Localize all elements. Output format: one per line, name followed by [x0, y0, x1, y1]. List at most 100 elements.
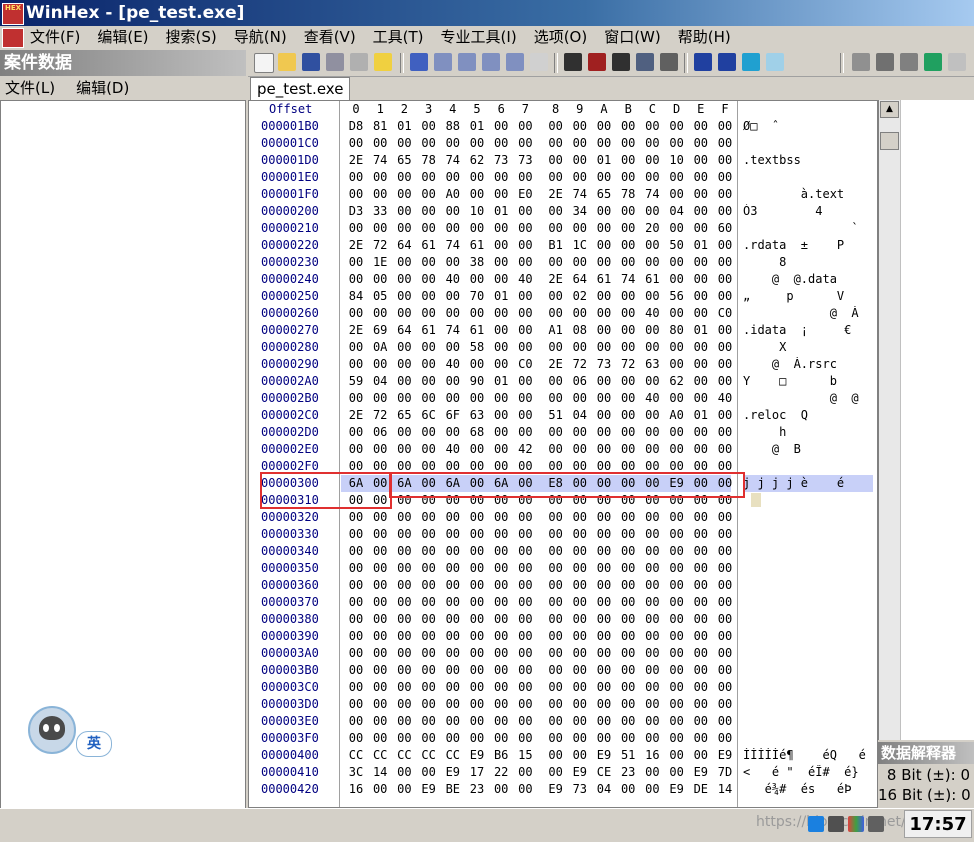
- hex-byte[interactable]: 00: [714, 204, 736, 218]
- hex-byte[interactable]: B6: [490, 748, 512, 762]
- hex-byte[interactable]: 00: [545, 391, 567, 405]
- hex-byte[interactable]: 22: [490, 765, 512, 779]
- hex-byte[interactable]: 65: [593, 187, 615, 201]
- copy-icon[interactable]: [434, 53, 452, 71]
- hex-byte[interactable]: 00: [714, 663, 736, 677]
- hex-byte[interactable]: 00: [690, 255, 712, 269]
- hex-byte[interactable]: 00: [641, 765, 663, 779]
- hex-byte[interactable]: 00: [593, 238, 615, 252]
- row-offset[interactable]: 00000380: [261, 612, 319, 626]
- hex-byte[interactable]: CC: [393, 748, 415, 762]
- hex-byte[interactable]: 00: [666, 748, 688, 762]
- find-hex-icon[interactable]: [612, 53, 630, 71]
- hex-byte[interactable]: 01: [490, 204, 512, 218]
- hex-byte[interactable]: 00: [690, 714, 712, 728]
- hex-byte[interactable]: 05: [369, 289, 391, 303]
- hex-byte[interactable]: 00: [569, 153, 591, 167]
- ime-language-badge[interactable]: 英: [76, 731, 112, 757]
- hex-byte[interactable]: 00: [690, 612, 712, 626]
- hex-byte[interactable]: 00: [569, 612, 591, 626]
- hex-byte[interactable]: 80: [666, 323, 688, 337]
- hex-byte[interactable]: 00: [466, 170, 488, 184]
- hex-byte[interactable]: 0A: [369, 340, 391, 354]
- hex-byte[interactable]: 00: [617, 731, 639, 745]
- row-offset[interactable]: 00000210: [261, 221, 319, 235]
- hex-byte[interactable]: 20: [641, 221, 663, 235]
- colors-tray-icon[interactable]: [848, 816, 864, 832]
- hex-row[interactable]: 000002B0 00 00 00 00 00 00 00 00 00 00 00 00 40 00 00 40…: [249, 390, 877, 407]
- hex-byte[interactable]: 73: [514, 153, 536, 167]
- hex-byte[interactable]: 04: [593, 782, 615, 796]
- hex-byte[interactable]: 00: [666, 306, 688, 320]
- hex-byte[interactable]: 74: [641, 187, 663, 201]
- hex-byte[interactable]: 00: [569, 680, 591, 694]
- hex-byte[interactable]: 00: [514, 765, 536, 779]
- hex-byte[interactable]: 40: [442, 272, 464, 286]
- hex-byte[interactable]: C0: [714, 306, 736, 320]
- hex-byte[interactable]: 00: [466, 527, 488, 541]
- hex-byte[interactable]: 00: [545, 289, 567, 303]
- hex-byte[interactable]: 00: [641, 646, 663, 660]
- hex-byte[interactable]: 73: [593, 357, 615, 371]
- hex-byte[interactable]: 00: [466, 680, 488, 694]
- hex-byte[interactable]: 00: [666, 680, 688, 694]
- hex-byte[interactable]: 00: [617, 170, 639, 184]
- hex-byte[interactable]: 00: [593, 731, 615, 745]
- hex-byte[interactable]: 00: [418, 510, 440, 524]
- hex-byte[interactable]: 00: [418, 306, 440, 320]
- hex-byte[interactable]: 00: [641, 561, 663, 575]
- hex-byte[interactable]: 00: [490, 527, 512, 541]
- hex-byte[interactable]: 00: [545, 153, 567, 167]
- hex-byte[interactable]: 00: [641, 510, 663, 524]
- hex-byte[interactable]: 14: [369, 765, 391, 779]
- hex-byte[interactable]: 00: [714, 595, 736, 609]
- menu-file[interactable]: 文件(F): [30, 27, 89, 47]
- hex-byte[interactable]: A0: [666, 408, 688, 422]
- hex-byte[interactable]: 00: [641, 527, 663, 541]
- hex-byte[interactable]: 00: [617, 374, 639, 388]
- menu-specialist-tools[interactable]: 专业工具(I): [441, 27, 526, 47]
- menu-help[interactable]: 帮助(H): [678, 27, 740, 47]
- hex-byte[interactable]: 00: [641, 255, 663, 269]
- hex-byte[interactable]: 7D: [714, 765, 736, 779]
- hex-byte[interactable]: 00: [345, 646, 367, 660]
- hex-byte[interactable]: 00: [641, 595, 663, 609]
- hex-row[interactable]: 00000420 16 00 00 E9 BE 23 00 00 E9 73 04 00 00 E9 DE 14…: [249, 781, 877, 798]
- row-offset[interactable]: 00000320: [261, 510, 319, 524]
- menu-navigate[interactable]: 导航(N): [234, 27, 296, 47]
- hex-byte[interactable]: 00: [345, 510, 367, 524]
- hex-byte[interactable]: 00: [490, 306, 512, 320]
- hex-byte[interactable]: 00: [617, 425, 639, 439]
- hex-byte[interactable]: 00: [418, 697, 440, 711]
- hex-byte[interactable]: 00: [442, 646, 464, 660]
- ascii-text[interactable]: ÌÌÌÌÌé¶ éQ é: [743, 748, 873, 762]
- open-folder-icon[interactable]: [278, 53, 296, 71]
- hex-byte[interactable]: 00: [466, 306, 488, 320]
- hex-byte[interactable]: 00: [345, 170, 367, 184]
- hex-byte[interactable]: 00: [617, 510, 639, 524]
- hex-byte[interactable]: 00: [666, 221, 688, 235]
- hex-byte[interactable]: 00: [418, 357, 440, 371]
- row-offset[interactable]: 00000270: [261, 323, 319, 337]
- hex-byte[interactable]: 10: [666, 153, 688, 167]
- hex-byte[interactable]: 00: [666, 561, 688, 575]
- hex-byte[interactable]: 74: [569, 187, 591, 201]
- row-offset[interactable]: 000003B0: [261, 663, 319, 677]
- hex-byte[interactable]: 00: [641, 408, 663, 422]
- hex-byte[interactable]: 00: [690, 221, 712, 235]
- hex-byte[interactable]: 00: [393, 782, 415, 796]
- hex-byte[interactable]: 00: [569, 663, 591, 677]
- row-offset[interactable]: 000001F0: [261, 187, 319, 201]
- hex-byte[interactable]: 00: [345, 663, 367, 677]
- qq-tray-icon[interactable]: [808, 816, 824, 832]
- hex-byte[interactable]: 40: [641, 306, 663, 320]
- hex-byte[interactable]: 00: [545, 255, 567, 269]
- hex-row[interactable]: 000003D0 00 00 00 00 00 00 00 00 00 00 00 00 00 00 00 00: [249, 696, 877, 713]
- hex-byte[interactable]: 00: [714, 510, 736, 524]
- hex-byte[interactable]: 62: [466, 153, 488, 167]
- hex-byte[interactable]: 00: [666, 663, 688, 677]
- ascii-text[interactable]: @ B: [743, 442, 873, 456]
- hex-byte[interactable]: 00: [418, 289, 440, 303]
- hex-byte[interactable]: 90: [466, 374, 488, 388]
- hex-byte[interactable]: 00: [545, 663, 567, 677]
